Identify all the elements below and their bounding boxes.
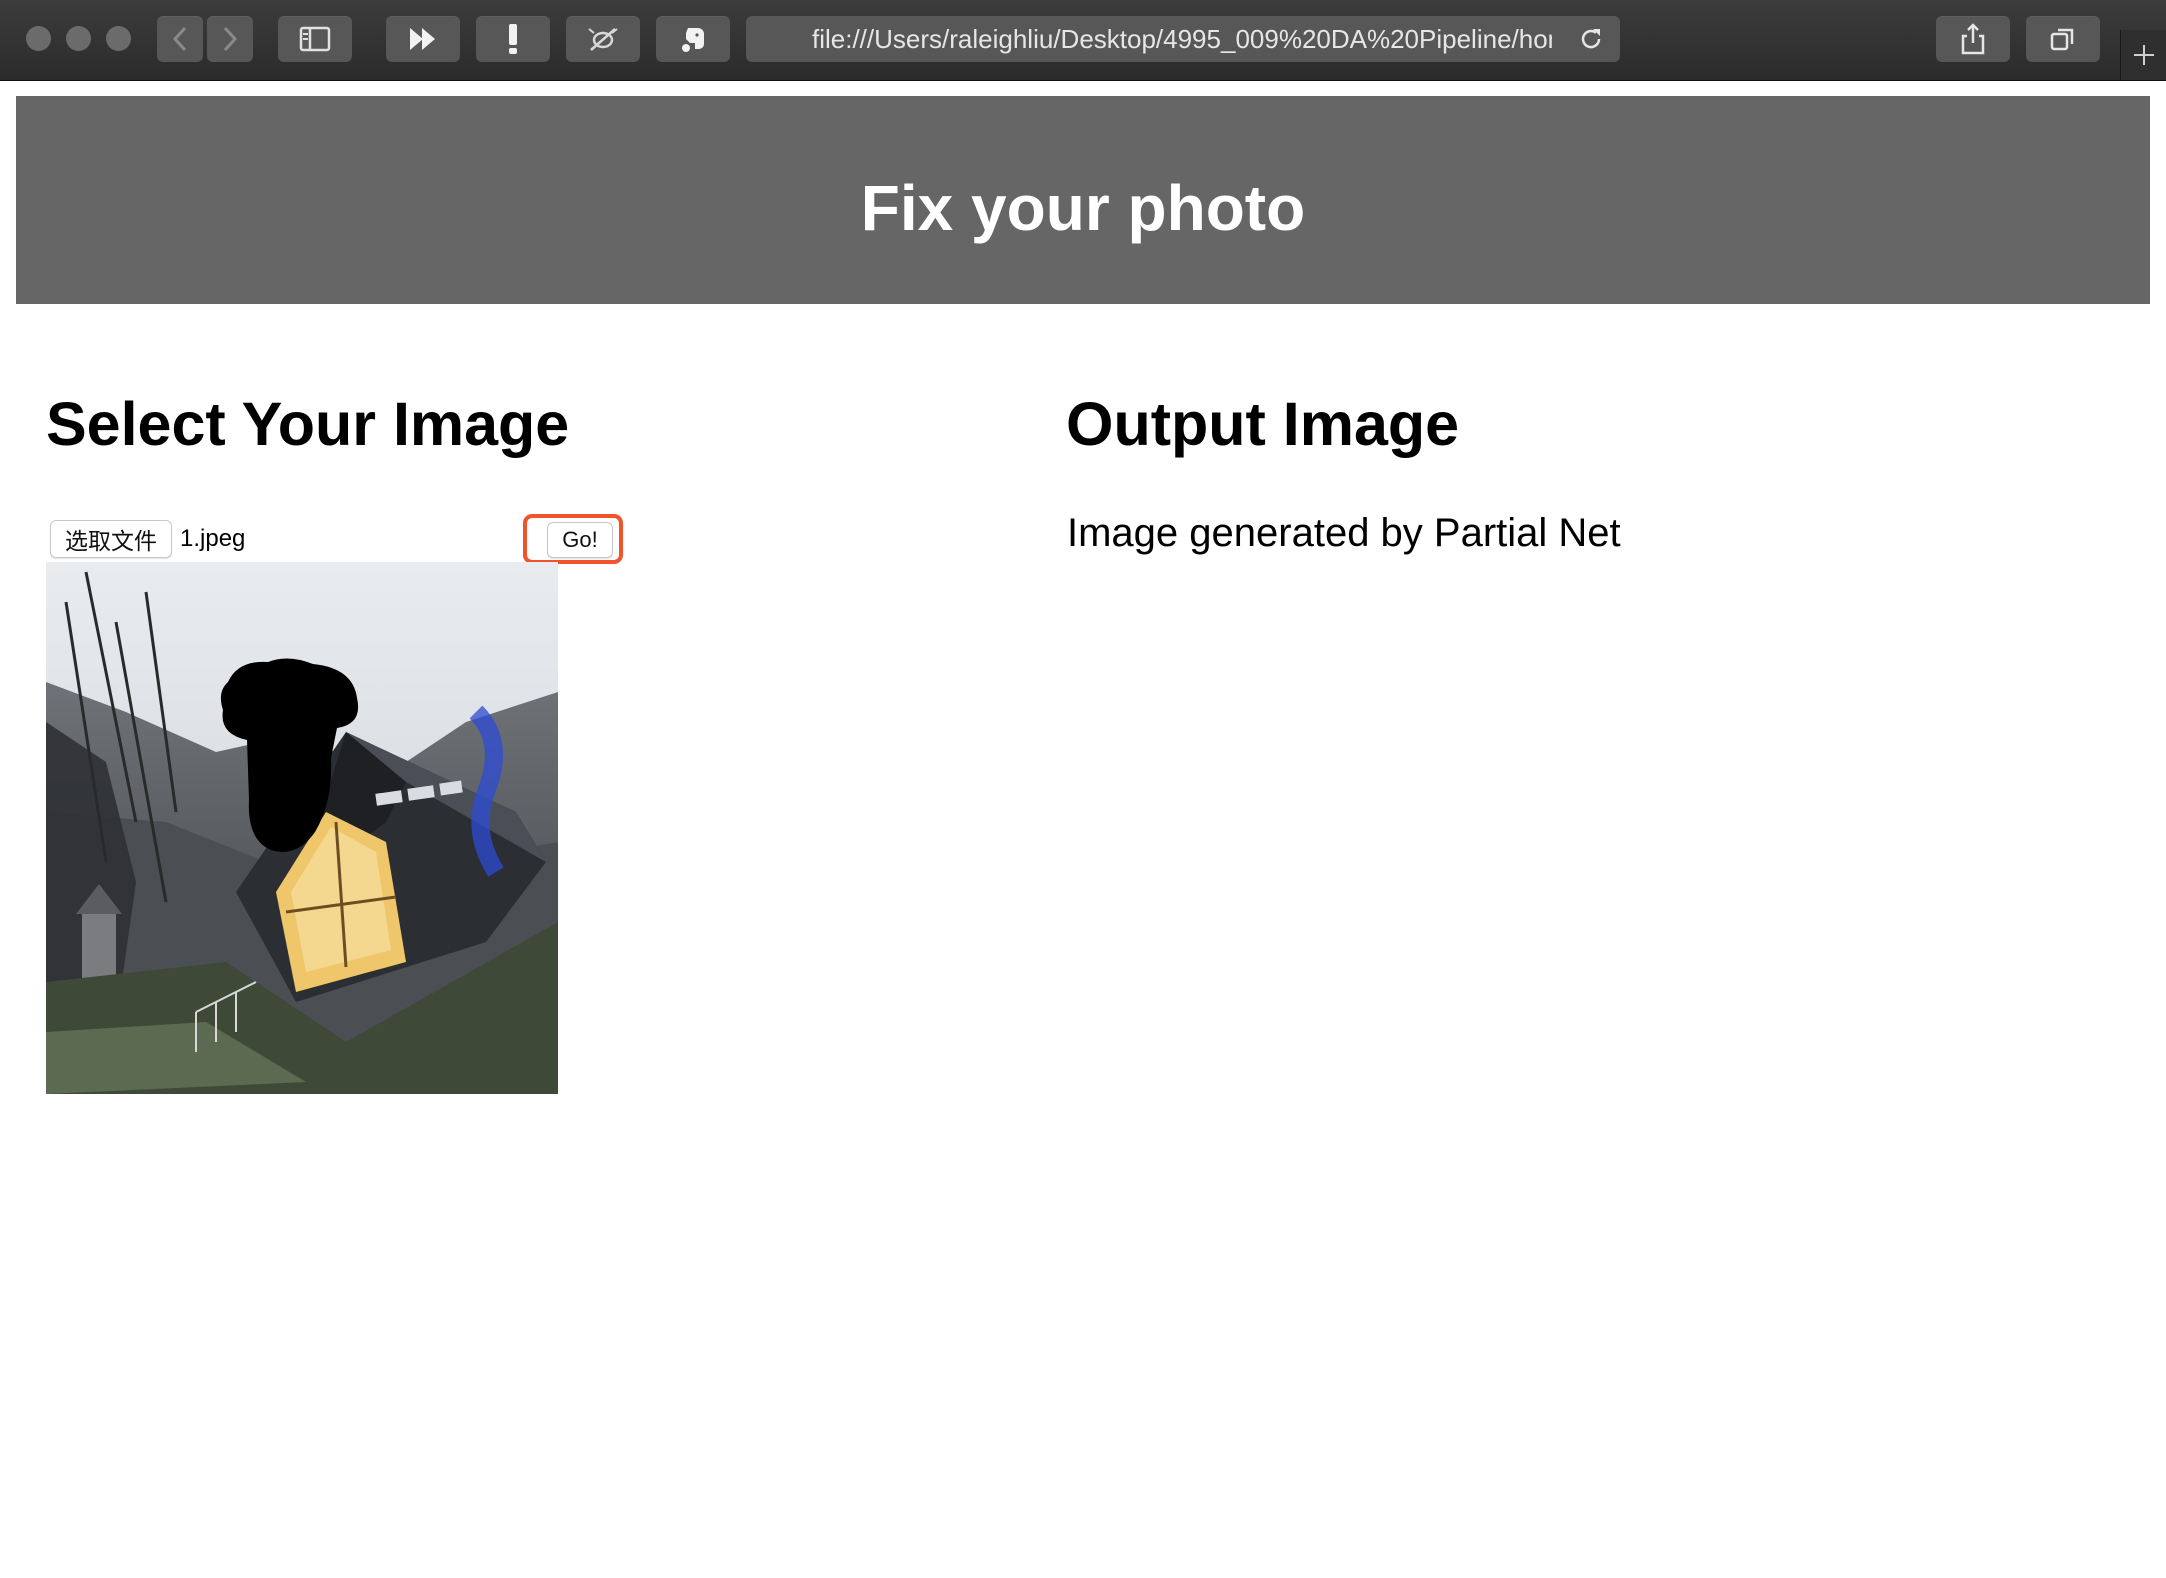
chevron-right-icon [223, 26, 238, 52]
selected-file-name: 1.jpeg [180, 525, 246, 552]
choose-file-button[interactable]: 选取文件 [50, 520, 172, 558]
tracker-blocker-extension-button[interactable] [566, 16, 640, 62]
address-bar[interactable]: file:///Users/raleighliu/Desktop/4995_00… [746, 16, 1620, 62]
elephant-icon [682, 28, 704, 52]
window-close-button[interactable] [26, 26, 51, 51]
tab-overview-button[interactable] [2026, 16, 2100, 62]
sidebar-toggle-button[interactable] [278, 16, 352, 62]
reload-icon[interactable] [1576, 24, 1606, 54]
fast-forward-icon [410, 28, 435, 50]
tabs-icon [2050, 28, 2074, 51]
chevron-left-icon [172, 26, 187, 52]
exclamation-icon [509, 24, 517, 54]
page-title: Fix your photo [860, 172, 1306, 244]
evernote-extension-button[interactable] [656, 16, 730, 62]
blocked-bug-icon [588, 28, 618, 51]
share-button[interactable] [1936, 16, 2010, 62]
select-image-heading: Select Your Image [46, 390, 570, 458]
output-caption: Image generated by Partial Net [1067, 511, 1621, 555]
page-header: Fix your photo [16, 96, 2150, 304]
output-image-heading: Output Image [1066, 390, 1460, 458]
fast-forward-extension-button[interactable] [386, 16, 460, 62]
house-photo-image [46, 562, 558, 1094]
plus-icon [2134, 45, 2154, 65]
go-button[interactable]: Go! [547, 522, 613, 558]
alert-extension-button[interactable] [476, 16, 550, 62]
browser-toolbar: file:///Users/raleighliu/Desktop/4995_00… [0, 0, 2166, 81]
forward-button[interactable] [207, 16, 253, 62]
url-text[interactable]: file:///Users/raleighliu/Desktop/4995_00… [812, 16, 1552, 62]
window-zoom-button[interactable] [106, 26, 131, 51]
share-icon [1961, 23, 1985, 55]
input-photo [46, 562, 558, 1094]
new-tab-button[interactable] [2120, 30, 2166, 80]
window-minimize-button[interactable] [66, 26, 91, 51]
back-button[interactable] [157, 16, 203, 62]
sidebar-icon [299, 26, 331, 52]
